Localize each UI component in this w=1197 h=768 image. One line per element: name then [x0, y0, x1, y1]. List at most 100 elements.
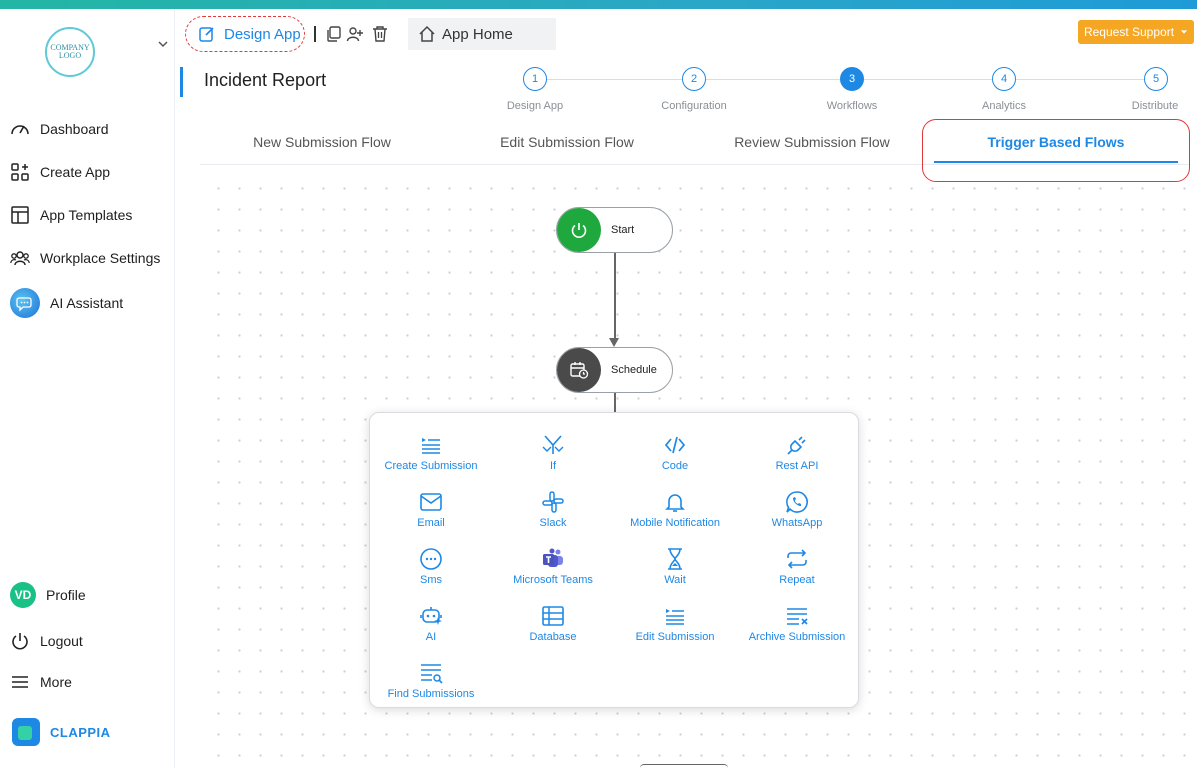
action-create-submission[interactable]: Create Submission — [370, 433, 492, 472]
caret-down-icon — [1180, 30, 1188, 34]
ai-assistant-icon — [10, 288, 40, 318]
create-app-icon — [11, 163, 29, 181]
action-microsoft-teams[interactable]: Microsoft Teams — [492, 547, 614, 586]
action-email[interactable]: Email — [370, 490, 492, 529]
step-5-distribute[interactable]: 5 — [1144, 67, 1168, 91]
action-database[interactable]: Database — [492, 604, 614, 643]
whatsapp-icon — [786, 491, 808, 513]
action-mobile-notification[interactable]: Mobile Notification — [614, 490, 736, 529]
slack-icon — [542, 491, 564, 513]
tab-new-submission-flow[interactable]: New Submission Flow — [212, 134, 432, 150]
action-label: Create Submission — [384, 460, 478, 472]
stepper-connector — [1016, 79, 1144, 80]
add-action-panel: Create Submission If Code Rest API Email… — [369, 412, 859, 708]
sidebar-item-more[interactable]: More — [10, 672, 72, 692]
sidebar-item-label: Logout — [40, 633, 83, 649]
schedule-node[interactable]: Schedule — [556, 347, 673, 393]
gauge-icon — [11, 125, 29, 135]
action-find-submissions[interactable]: Find Submissions — [370, 661, 492, 700]
sidebar-item-label: Create App — [40, 164, 111, 180]
create-submission-icon — [422, 438, 440, 454]
action-code[interactable]: Code — [614, 433, 736, 472]
action-if[interactable]: If — [492, 433, 614, 472]
sidebar-item-logout[interactable]: Logout — [10, 631, 83, 651]
design-app-button[interactable]: Design App — [185, 16, 305, 52]
clappia-brand[interactable]: CLAPPIA — [12, 718, 111, 746]
top-accent-bar — [0, 0, 1197, 9]
sidebar-item-ai-assistant[interactable]: AI Assistant — [10, 288, 123, 318]
action-ai[interactable]: AI — [370, 604, 492, 643]
sidebar-item-label: Dashboard — [40, 121, 109, 137]
sidebar-item-profile[interactable]: VD Profile — [10, 582, 86, 608]
action-edit-submission[interactable]: Edit Submission — [614, 604, 736, 643]
sidebar-item-create-app[interactable]: Create App — [10, 162, 110, 182]
stepper-connector — [864, 79, 992, 80]
request-support-button[interactable]: Request Support — [1078, 20, 1194, 44]
action-label: Slack — [539, 517, 567, 529]
trash-icon[interactable] — [371, 25, 389, 43]
archive-submission-icon — [787, 608, 808, 625]
step-label: Design App — [506, 100, 564, 112]
brand-name: CLAPPIA — [50, 724, 111, 740]
header-separator — [314, 26, 316, 42]
database-icon — [542, 606, 564, 626]
copy-icon[interactable] — [325, 25, 343, 43]
step-4-analytics[interactable]: 4 — [992, 67, 1016, 91]
action-label: Repeat — [779, 574, 815, 586]
tab-edit-submission-flow[interactable]: Edit Submission Flow — [457, 134, 677, 150]
action-slack[interactable]: Slack — [492, 490, 614, 529]
power-icon — [557, 208, 601, 252]
action-sms[interactable]: Sms — [370, 547, 492, 586]
company-logo[interactable]: COMPANY LOGO — [45, 27, 95, 77]
action-repeat[interactable]: Repeat — [736, 547, 858, 586]
step-1-design-app[interactable]: 1 — [523, 67, 547, 91]
stepper-connector — [706, 79, 840, 80]
next-node-peek — [640, 764, 728, 768]
add-user-icon[interactable] — [346, 25, 364, 43]
hamburger-icon — [12, 676, 28, 688]
calendar-clock-icon — [557, 348, 601, 392]
app-home-tab[interactable]: App Home — [408, 18, 556, 50]
action-label: AI — [425, 631, 437, 643]
templates-icon — [11, 206, 29, 224]
flow-arrow — [609, 338, 619, 347]
hourglass-icon — [668, 548, 682, 570]
action-label: Rest API — [775, 460, 819, 472]
design-app-label: Design App — [224, 25, 301, 43]
schedule-node-label: Schedule — [611, 364, 657, 376]
step-2-configuration[interactable]: 2 — [682, 67, 706, 91]
title-accent-bar — [180, 67, 183, 97]
step-3-workflows[interactable]: 3 — [840, 67, 864, 91]
ai-bot-icon — [420, 607, 442, 625]
action-label: WhatsApp — [771, 517, 823, 529]
email-icon — [420, 493, 442, 511]
code-icon — [664, 436, 686, 454]
app-home-label: App Home — [442, 25, 513, 43]
sidebar-item-app-templates[interactable]: App Templates — [10, 205, 132, 225]
action-whatsapp[interactable]: WhatsApp — [736, 490, 858, 529]
sidebar-item-label: AI Assistant — [50, 295, 124, 311]
action-label: Edit Submission — [635, 631, 715, 643]
action-rest-api[interactable]: Rest API — [736, 433, 858, 472]
bell-icon — [665, 494, 685, 512]
chevron-down-icon[interactable] — [156, 37, 170, 51]
action-label: Code — [661, 460, 689, 472]
find-submissions-icon — [421, 664, 443, 684]
tab-review-submission-flow[interactable]: Review Submission Flow — [702, 134, 922, 150]
start-node-label: Start — [611, 224, 635, 236]
power-icon — [12, 633, 28, 650]
sidebar-item-workplace-settings[interactable]: Workplace Settings — [10, 248, 160, 268]
sms-icon — [420, 548, 442, 570]
edit-icon — [199, 27, 214, 42]
action-archive-submission[interactable]: Archive Submission — [736, 604, 858, 643]
action-wait[interactable]: Wait — [614, 547, 736, 586]
flow-connector — [614, 253, 616, 339]
action-label: Mobile Notification — [630, 517, 720, 529]
home-icon — [419, 25, 435, 42]
clappia-logo-icon — [12, 718, 40, 746]
action-label: Archive Submission — [748, 631, 846, 643]
start-node[interactable]: Start — [556, 207, 673, 253]
sidebar-item-dashboard[interactable]: Dashboard — [10, 119, 109, 139]
flow-connector — [614, 393, 616, 413]
users-icon — [10, 251, 30, 266]
